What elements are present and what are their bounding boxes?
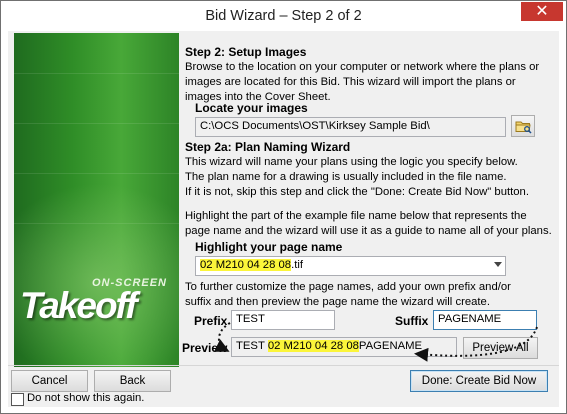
footer-separator bbox=[8, 365, 559, 366]
close-button[interactable]: ✕ bbox=[521, 2, 563, 21]
back-button[interactable]: Back bbox=[94, 370, 171, 392]
title-bar[interactable]: Bid Wizard – Step 2 of 2 ✕ bbox=[1, 1, 566, 31]
do-not-show-checkbox[interactable] bbox=[11, 393, 24, 406]
do-not-show-label[interactable]: Do not show this again. bbox=[27, 391, 144, 406]
window-title: Bid Wizard – Step 2 of 2 bbox=[205, 8, 362, 24]
cancel-button[interactable]: Cancel bbox=[11, 370, 88, 392]
close-icon: ✕ bbox=[535, 1, 549, 20]
bid-wizard-window: Bid Wizard – Step 2 of 2 ✕ ON-SCREEN Tak… bbox=[0, 0, 567, 414]
done-create-bid-button[interactable]: Done: Create Bid Now bbox=[410, 370, 548, 392]
guide-arrows bbox=[213, 322, 538, 362]
wizard-content: ON-SCREEN Takeoff Step 2: Setup Images B… bbox=[8, 31, 559, 407]
